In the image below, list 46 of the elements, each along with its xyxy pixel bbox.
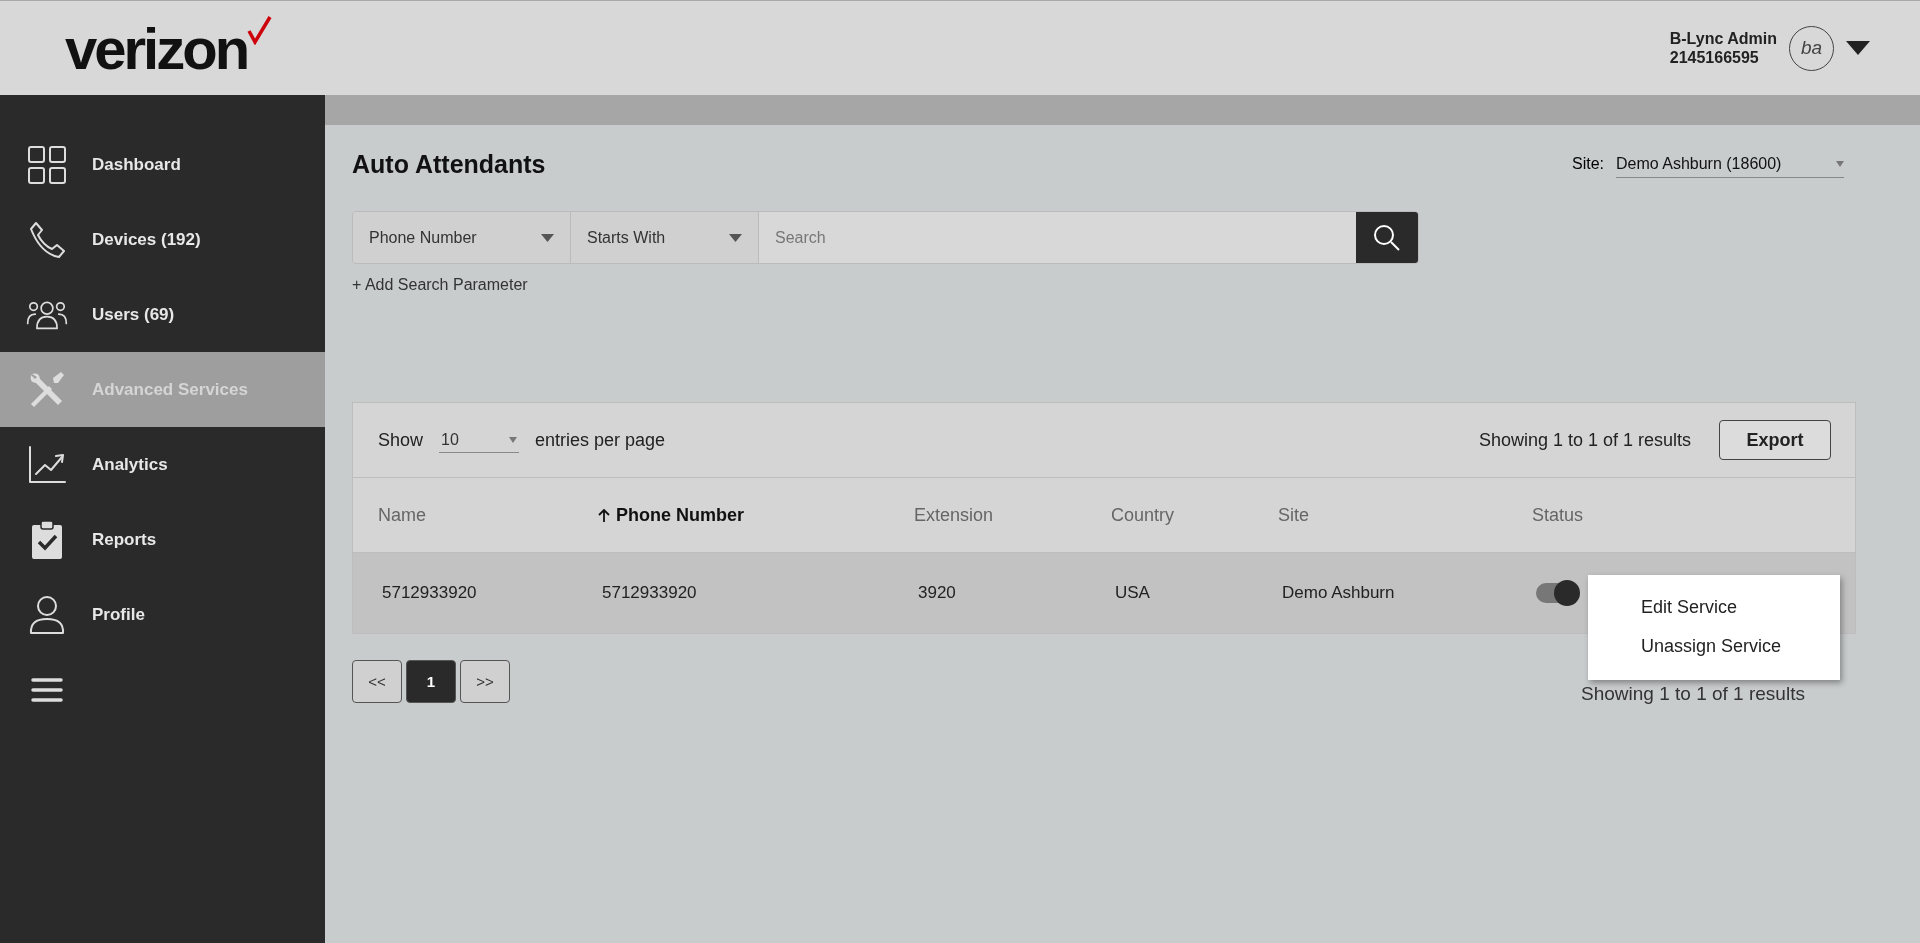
first-page-button[interactable]: <<	[352, 660, 402, 703]
column-header[interactable]: Status	[1532, 504, 1855, 526]
sidebar-item[interactable]: Devices (192)	[0, 202, 325, 277]
column-header[interactable]: Extension	[914, 504, 1111, 526]
caret-icon[interactable]	[1846, 41, 1870, 55]
sidebar-item[interactable]: Users (69)	[0, 277, 325, 352]
show-label: Show	[378, 429, 424, 451]
add-search-parameter-link[interactable]: + Add Search Parameter	[352, 276, 528, 294]
line-chart-icon	[27, 444, 67, 485]
sidebar-item[interactable]: Dashboard	[0, 127, 325, 202]
sidebar-item[interactable]: Analytics	[0, 427, 325, 502]
menu-item[interactable]: Unassign Service	[1608, 627, 1840, 666]
page-title: Auto Attendants	[352, 149, 546, 179]
column-header[interactable]: Country	[1111, 504, 1278, 526]
page-size-dropdown[interactable]: 10	[439, 427, 520, 453]
column-header[interactable]: Site	[1278, 504, 1532, 526]
phone-icon	[27, 219, 67, 260]
menu-icon[interactable]	[31, 676, 63, 703]
site-label: Site:	[1572, 155, 1604, 173]
per-page-label: entries per page	[535, 429, 666, 451]
column-header[interactable]: Phone Number	[598, 504, 914, 526]
sort-up-icon	[598, 508, 610, 522]
last-page-button[interactable]: >>	[460, 660, 510, 703]
export-button[interactable]: Export	[1719, 420, 1831, 460]
results-summary: Showing 1 to 1 of 1 results	[1581, 683, 1805, 705]
table-cell-text: 5712933920	[382, 583, 478, 603]
user-phone: 2145166595	[1669, 48, 1760, 67]
caret-icon	[509, 436, 518, 443]
user-name: B-Lync Admin	[1669, 29, 1777, 48]
grid-icon	[27, 144, 67, 185]
table-cell-text: USA	[1115, 583, 1151, 603]
brand-logo: verizon	[65, 14, 274, 82]
caret-icon	[1836, 160, 1844, 167]
table-cell-text: 5712933920	[602, 583, 698, 603]
person-icon	[28, 594, 66, 635]
sidebar-item[interactable]: Reports	[0, 502, 325, 577]
sidebar-item[interactable]: Profile	[0, 577, 325, 652]
table-cell-text: 3920	[918, 583, 957, 603]
site-dropdown[interactable]: Demo Ashburn (18600)	[1616, 150, 1844, 178]
menu-item[interactable]: Edit Service	[1608, 588, 1840, 627]
page-button[interactable]: 1	[406, 660, 456, 703]
table-cell-text: Demo Ashburn	[1282, 583, 1396, 603]
results-summary: Showing 1 to 1 of 1 results	[1478, 429, 1691, 451]
status-toggle[interactable]	[1536, 583, 1578, 603]
column-header[interactable]: Name	[378, 504, 598, 526]
clipboard-check-icon	[30, 519, 64, 560]
